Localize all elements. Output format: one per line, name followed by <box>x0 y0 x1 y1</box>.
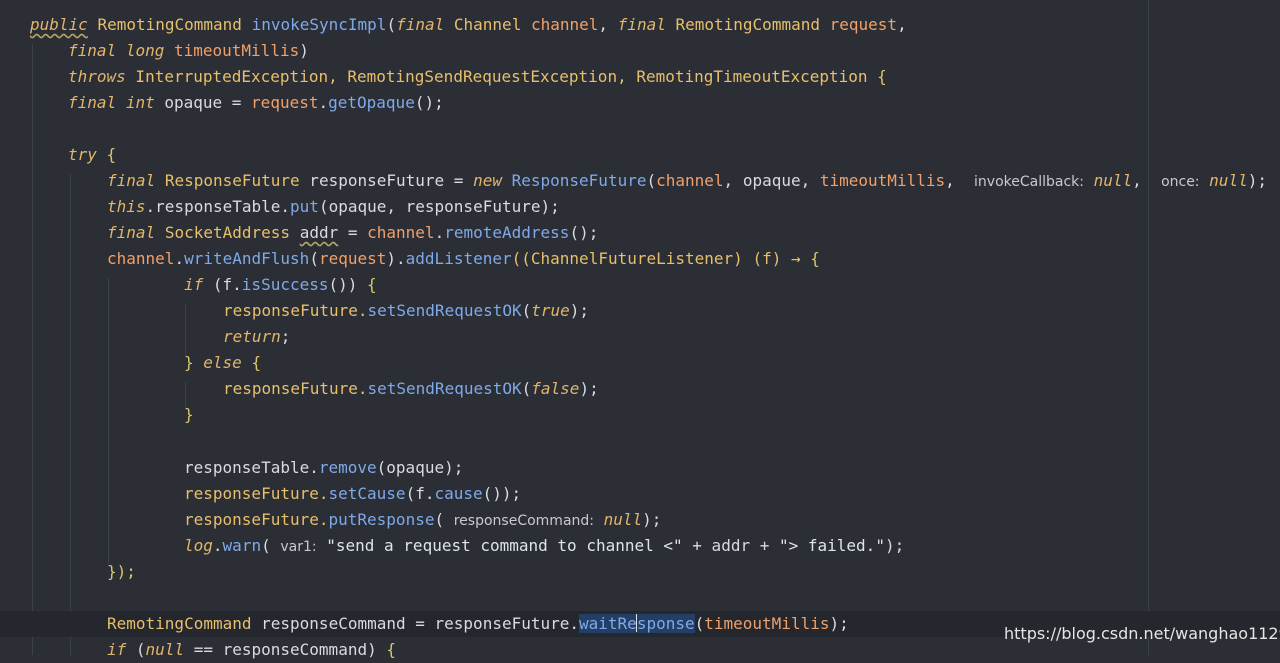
brace: { <box>251 353 262 372</box>
variable: addr <box>299 223 339 242</box>
method-name: setSendRequestOK <box>367 379 522 398</box>
brace: { <box>106 145 117 164</box>
method-name: writeAndFlush <box>184 249 310 268</box>
keyword: new <box>473 171 502 190</box>
keyword: int <box>125 93 155 112</box>
parameter-hint: invokeCallback: <box>974 174 1084 190</box>
string-literal: "send a request command to channel <" <box>326 536 683 555</box>
code-line[interactable]: this.responseTable.put(opaque, responseF… <box>0 194 1280 220</box>
type-name: RemotingCommand <box>97 15 242 34</box>
keyword: false <box>531 379 580 398</box>
parameter: timeoutMillis <box>704 614 830 633</box>
keyword: null <box>603 510 643 529</box>
method-name: setSendRequestOK <box>367 301 522 320</box>
parameter: channel <box>107 249 175 268</box>
parameter: timeoutMillis <box>819 171 946 190</box>
keyword: final <box>107 171 156 190</box>
brace: { <box>386 640 396 659</box>
method-name: setCause <box>328 484 406 503</box>
type-name: ResponseFuture <box>164 171 300 190</box>
watermark-url: https://blog.csdn.net/wanghao112956 <box>1004 624 1280 643</box>
keyword: final <box>68 93 117 112</box>
method-name: isSuccess <box>241 275 329 294</box>
method-name: warn <box>222 536 262 555</box>
code-line[interactable]: responseFuture.putResponse( responseComm… <box>0 507 1280 533</box>
keyword: else <box>203 353 242 372</box>
parameter-hint: responseCommand: <box>453 513 594 529</box>
code-line[interactable]: return; <box>0 324 1280 350</box>
parameter: channel <box>530 15 599 34</box>
parameter: request <box>318 249 387 268</box>
code-line[interactable]: throws InterruptedException, RemotingSen… <box>0 64 1280 90</box>
code-line[interactable]: responseFuture.setSendRequestOK(true); <box>0 298 1280 324</box>
code-line[interactable]: final long timeoutMillis) <box>0 38 1280 64</box>
type-name: RemotingCommand <box>107 614 252 633</box>
parameter: request <box>829 15 898 34</box>
method-name: put <box>290 197 319 216</box>
string-literal: "> failed." <box>778 536 885 555</box>
method-name: addListener <box>405 249 512 268</box>
keyword: final <box>107 223 156 242</box>
code-line[interactable]: }); <box>0 559 1280 585</box>
type-name: SocketAddress <box>164 223 291 242</box>
code-line[interactable]: responseFuture.setCause(f.cause()); <box>0 481 1280 507</box>
code-line[interactable]: } <box>0 402 1280 428</box>
method-name: putResponse <box>328 510 435 529</box>
code-line[interactable]: final SocketAddress addr = channel.remot… <box>0 220 1280 246</box>
keyword: final <box>617 15 666 34</box>
keyword: this <box>107 197 146 216</box>
parameter-hint: var1: <box>280 539 317 555</box>
method-name: ResponseFuture <box>511 171 647 190</box>
method-name: getOpaque <box>328 93 415 112</box>
method-name: remoteAddress <box>444 223 570 242</box>
code-line[interactable]: try { <box>0 142 1280 168</box>
keyword: null <box>1209 171 1248 190</box>
code-editor[interactable]: public RemotingCommand invokeSyncImpl(fi… <box>0 0 1280 659</box>
method-name: cause <box>434 484 483 503</box>
code-line[interactable]: channel.writeAndFlush(request).addListen… <box>0 246 1280 272</box>
brace: { <box>877 67 887 86</box>
keyword: final <box>396 15 445 34</box>
code-line[interactable]: log.warn( var1: "send a request command … <box>0 533 1280 559</box>
parameter: channel <box>367 223 435 242</box>
code-line[interactable]: public RemotingCommand invokeSyncImpl(fi… <box>0 12 1280 38</box>
code-line[interactable]: final ResponseFuture responseFuture = ne… <box>0 168 1280 194</box>
method-name: invokeSyncImpl <box>251 15 387 34</box>
brace: } <box>184 353 194 372</box>
brace: } <box>184 405 194 424</box>
selected-text[interactable]: sponse <box>636 614 695 633</box>
type-name: InterruptedException, RemotingSendReques… <box>125 67 878 86</box>
keyword: if <box>107 640 127 659</box>
keyword: throws <box>68 67 126 86</box>
type-name: Channel <box>453 15 522 34</box>
keyword: return <box>223 327 281 346</box>
keyword: true <box>531 301 570 320</box>
parameter-hint: once: <box>1161 174 1200 190</box>
keyword: null <box>1093 171 1133 190</box>
type-name: RemotingCommand <box>675 15 820 34</box>
method-name: remove <box>318 458 377 477</box>
keyword: null <box>145 640 185 659</box>
code-line[interactable]: responseTable.remove(opaque); <box>0 455 1280 481</box>
parameter: request <box>251 93 319 112</box>
brace: { <box>367 275 377 294</box>
code-line[interactable]: if (f.isSuccess()) { <box>0 272 1280 298</box>
brace: { <box>810 249 820 268</box>
code-line[interactable]: responseFuture.setSendRequestOK(false); <box>0 376 1280 402</box>
keyword: public <box>30 15 88 34</box>
keyword: if <box>184 275 204 294</box>
keyword: long <box>125 41 165 60</box>
code-line[interactable]: final int opaque = request.getOpaque(); <box>0 90 1280 116</box>
brace: }); <box>107 562 136 581</box>
parameter: timeoutMillis <box>173 41 300 60</box>
selected-text[interactable]: waitRe <box>579 614 637 633</box>
field: log <box>184 536 213 555</box>
keyword: try <box>68 145 97 164</box>
parameter: channel <box>656 171 724 190</box>
keyword: final <box>68 41 117 60</box>
code-line[interactable]: } else { <box>0 350 1280 376</box>
